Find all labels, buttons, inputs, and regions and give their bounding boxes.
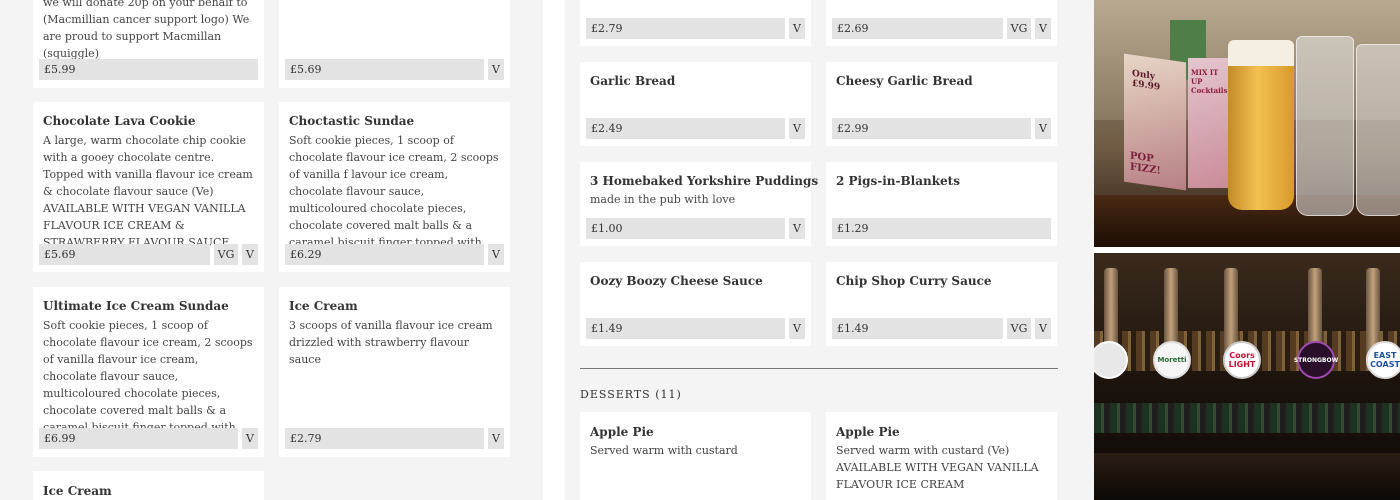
- tap-badge: EAST COAST: [1366, 341, 1400, 379]
- price-label: £1.49: [832, 318, 1003, 339]
- vegetarian-tag: V: [1035, 18, 1051, 39]
- fizz-poster: Only £9.99 POP FIZZ!: [1124, 53, 1186, 191]
- tap-badge: STRONGBOW: [1294, 341, 1338, 379]
- menu-card[interactable]: Ice Cream 3 scoops of vanilla flavour ic…: [279, 287, 510, 457]
- empty-glass: [1356, 44, 1400, 216]
- card-title: Apple Pie: [590, 425, 654, 439]
- price-label: £6.29: [285, 244, 484, 265]
- card-title: Chocolate Lava Cookie: [43, 114, 196, 128]
- card-description: A large, warm chocolate chip cookie with…: [43, 134, 253, 249]
- beer-glasses-photo: Only £9.99 POP FIZZ! MIX IT UP Cocktails: [1094, 0, 1400, 247]
- price-label: £2.69: [832, 18, 1003, 39]
- price-label: £2.79: [285, 428, 484, 449]
- menu-card[interactable]: Cheesy Garlic Bread £2.99 V: [826, 62, 1057, 146]
- menu-card[interactable]: Apple Pie Served warm with custard: [580, 412, 811, 500]
- card-description: made in the pub with love: [590, 193, 736, 206]
- vegetarian-tag: V: [242, 244, 258, 265]
- price-label: £5.99: [39, 59, 258, 80]
- menu-card[interactable]: 2 Pigs-in-Blankets £1.29: [826, 162, 1057, 246]
- menu-card[interactable]: Chocolate Lava Cookie A large, warm choc…: [33, 102, 264, 272]
- menu-card[interactable]: £5.69 V: [279, 0, 510, 88]
- price-label: £1.49: [586, 318, 785, 339]
- card-description: Served warm with custard: [590, 444, 738, 457]
- section-divider: [580, 368, 1058, 369]
- bar-taps-photo: Moretti Coors LIGHT STRONGBOW EAST COAST: [1094, 253, 1400, 500]
- menu-card[interactable]: Ultimate Ice Cream Sundae Soft cookie pi…: [33, 287, 264, 457]
- card-title: 2 Pigs-in-Blankets: [836, 174, 960, 188]
- menu-card[interactable]: £2.79 V: [580, 0, 811, 46]
- price-label: £1.29: [832, 218, 1051, 239]
- left-column: we will donate 20p on your behalf to (Ma…: [0, 0, 543, 500]
- card-description: we will donate 20p on your behalf to (Ma…: [43, 0, 250, 60]
- price-label: £2.79: [586, 18, 785, 39]
- vegetarian-tag: V: [789, 318, 805, 339]
- price-label: £2.49: [586, 118, 785, 139]
- menu-card[interactable]: Garlic Bread £2.49 V: [580, 62, 811, 146]
- cocktail-poster: MIX IT UP Cocktails: [1188, 58, 1232, 188]
- vegetarian-tag: V: [488, 428, 504, 449]
- vegetarian-tag: V: [789, 118, 805, 139]
- menu-card[interactable]: £2.69 VG V: [826, 0, 1057, 46]
- tap-badge: Moretti: [1153, 341, 1191, 379]
- vegan-tag: VG: [1007, 18, 1031, 39]
- vegetarian-tag: V: [1035, 118, 1051, 139]
- vegetarian-tag: V: [789, 18, 805, 39]
- vegetarian-tag: V: [488, 59, 504, 80]
- menu-card[interactable]: Oozy Boozy Cheese Sauce £1.49 V: [580, 262, 811, 346]
- menu-card[interactable]: Apple Pie Served warm with custard (Ve) …: [826, 412, 1057, 500]
- card-description: Served warm with custard (Ve) AVAILABLE …: [836, 444, 1039, 491]
- card-title: Choctastic Sundae: [289, 114, 415, 128]
- empty-glass: [1296, 36, 1354, 216]
- vegan-tag: VG: [214, 244, 238, 265]
- column-divider: [543, 0, 565, 500]
- card-description: 3 scoops of vanilla flavour ice cream dr…: [289, 319, 493, 366]
- menu-card[interactable]: 3 Homebaked Yorkshire Puddings made in t…: [580, 162, 818, 246]
- card-title: Ice Cream: [43, 484, 112, 498]
- card-title: Ultimate Ice Cream Sundae: [43, 299, 229, 313]
- desserts-section-heading: DESSERTS (11): [580, 388, 682, 401]
- card-title: Ice Cream: [289, 299, 358, 313]
- card-title: Oozy Boozy Cheese Sauce: [590, 274, 763, 288]
- menu-card[interactable]: Choctastic Sundae Soft cookie pieces, 1 …: [279, 102, 510, 272]
- price-label: £1.00: [586, 218, 785, 239]
- price-label: £2.99: [832, 118, 1031, 139]
- vegetarian-tag: V: [242, 428, 258, 449]
- vegan-tag: VG: [1007, 318, 1031, 339]
- menu-card[interactable]: we will donate 20p on your behalf to (Ma…: [33, 0, 264, 88]
- card-title: Cheesy Garlic Bread: [836, 74, 973, 88]
- price-label: £5.69: [285, 59, 484, 80]
- tap-badge: [1094, 341, 1128, 379]
- card-title: Apple Pie: [836, 425, 900, 439]
- menu-card[interactable]: Ice Cream: [33, 471, 264, 500]
- price-label: £6.99: [39, 428, 238, 449]
- vegetarian-tag: V: [488, 244, 504, 265]
- vegetarian-tag: V: [789, 218, 805, 239]
- card-title: 3 Homebaked Yorkshire Puddings: [590, 174, 819, 188]
- price-label: £5.69: [39, 244, 210, 265]
- menu-card[interactable]: Chip Shop Curry Sauce £1.49 VG V: [826, 262, 1057, 346]
- vegetarian-tag: V: [1035, 318, 1051, 339]
- tap-badge: Coors LIGHT: [1223, 341, 1261, 379]
- card-title: Garlic Bread: [590, 74, 676, 88]
- photo-column: Only £9.99 POP FIZZ! MIX IT UP Cocktails…: [1094, 0, 1400, 500]
- card-title: Chip Shop Curry Sauce: [836, 274, 992, 288]
